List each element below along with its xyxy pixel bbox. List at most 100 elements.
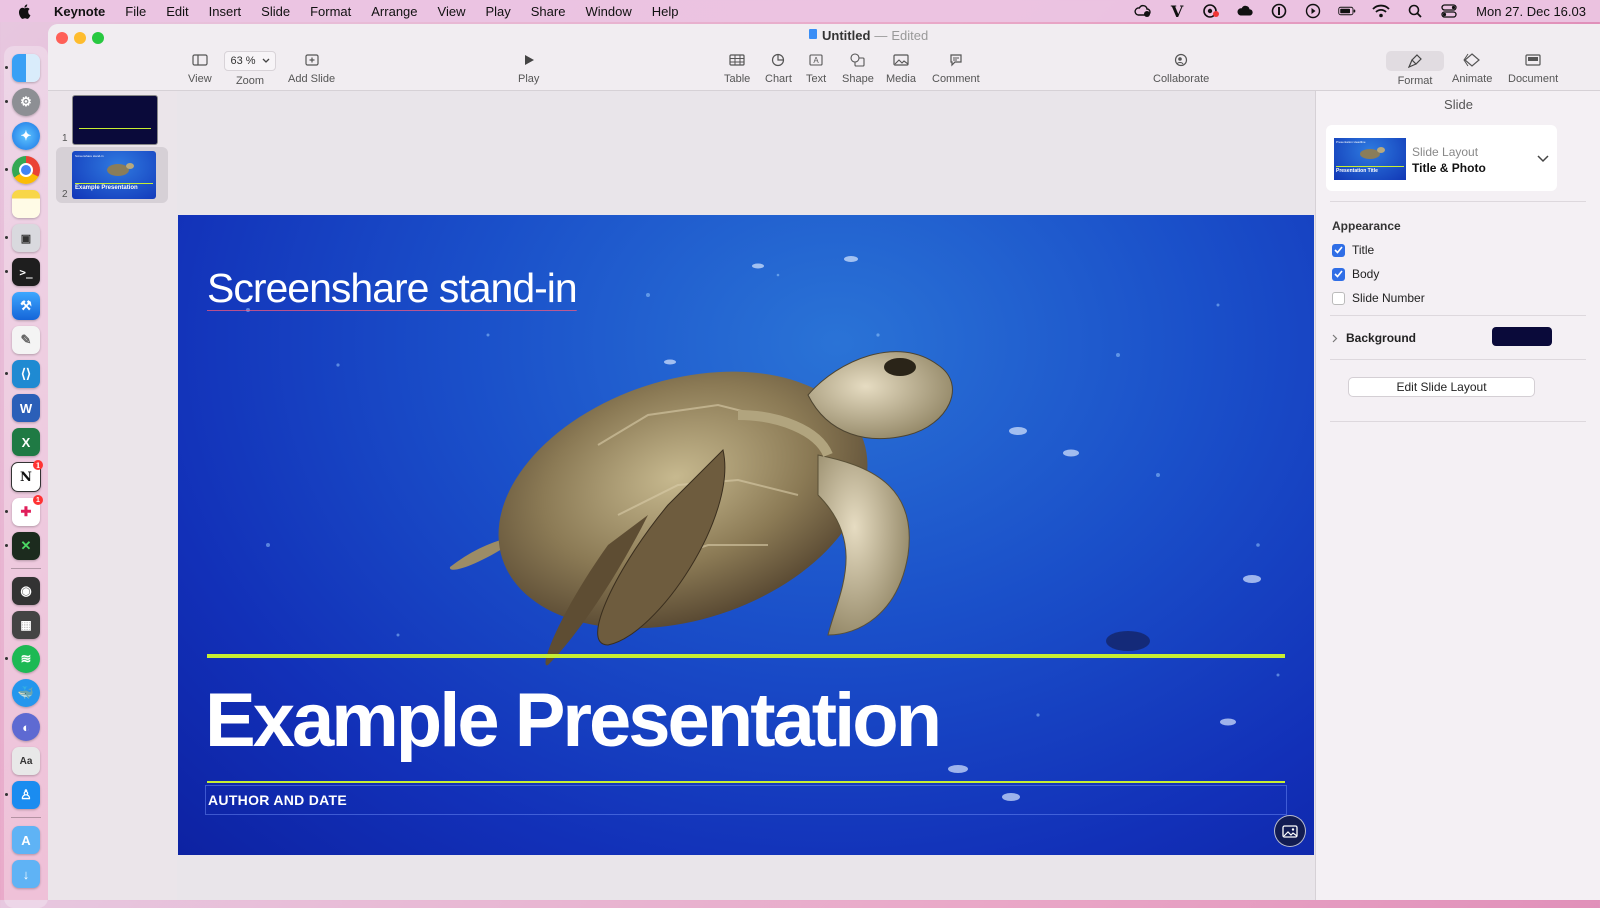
remote-desktop-icon[interactable]: ▣ [5,224,40,252]
background-color-well[interactable] [1492,327,1552,346]
wifi-icon[interactable] [1372,4,1390,18]
divider [1330,201,1586,202]
menu-slide[interactable]: Slide [261,4,290,19]
photo-booth-icon[interactable]: ◉ [12,577,40,605]
slide[interactable]: Screenshare stand-in Example Presentatio… [178,215,1314,855]
text-button[interactable]: A Text [806,51,826,85]
document-name[interactable]: Untitled [822,28,870,43]
dock-separator [11,568,41,569]
menu-share[interactable]: Share [531,4,566,19]
slide-layout-value: Title & Photo [1412,161,1486,175]
edit-slide-layout-button[interactable]: Edit Slide Layout [1348,377,1535,397]
play-button[interactable]: Play [518,51,539,85]
slide-number-checkbox[interactable] [1332,291,1345,305]
slide-number-checkbox-row[interactable]: Slide Number [1332,291,1425,305]
collaborate-button[interactable]: Collaborate [1153,51,1209,85]
table-label: Table [724,73,751,85]
apple-menu-icon[interactable] [18,3,34,19]
chart-button[interactable]: Chart [765,51,792,85]
chart-label: Chart [765,73,792,85]
shape-button[interactable]: Shape [842,51,874,85]
slack-icon[interactable]: ✚ 1 [5,495,43,526]
slide-title[interactable]: Example Presentation [205,683,942,759]
figma-alt-icon[interactable]: ✕ [5,532,40,560]
xcode-icon[interactable]: ⚒ [12,292,40,320]
cloud-sync-icon[interactable] [1134,4,1152,18]
menu-window[interactable]: Window [585,4,631,19]
zoom-window-button[interactable] [92,32,104,44]
shape-label: Shape [842,73,874,85]
finder-icon[interactable] [5,54,40,82]
chrome-ext-icon[interactable] [1202,4,1220,18]
text-box-icon: A [809,51,823,69]
body-checkbox-row[interactable]: Body [1332,267,1379,281]
accent-rule-bottom [207,781,1285,783]
media-button[interactable]: Media [886,51,916,85]
calculator-icon[interactable]: ▦ [12,611,40,639]
excel-icon[interactable]: X [12,428,40,456]
menu-view[interactable]: View [438,4,466,19]
search-icon[interactable] [1406,4,1424,18]
menu-help[interactable]: Help [652,4,679,19]
body-checkbox[interactable] [1332,267,1345,281]
menu-file[interactable]: File [125,4,146,19]
onepassword-icon[interactable] [1270,3,1288,19]
author-text-box[interactable]: AUTHOR AND DATE [205,785,1287,815]
textedit-icon[interactable]: ✎ [12,326,40,354]
chevron-down-icon[interactable] [1537,151,1549,166]
system-preferences-icon[interactable]: ⚙ [5,88,40,116]
add-slide-label: Add Slide [288,73,336,85]
menu-play[interactable]: Play [485,4,510,19]
linear-icon[interactable]: ◐ [12,713,40,741]
menubar-clock[interactable]: Mon 27. Dec 16.03 [1476,4,1586,19]
downloads-folder-icon[interactable]: ↓ [12,860,40,888]
minimize-window-button[interactable] [74,32,86,44]
menu-arrange[interactable]: Arrange [371,4,417,19]
menu-app-keynote[interactable]: Keynote [54,4,105,19]
zoom-value-box[interactable]: 63 % [224,51,276,71]
control-center-icon[interactable] [1440,4,1458,18]
terminal-icon[interactable]: >_ [5,258,40,286]
slide-number: 2 [62,189,68,200]
chrome-icon[interactable] [5,156,40,184]
toolbar: Untitled — Edited View 63 % Zoom Add Sli… [48,24,1600,91]
docker-icon[interactable]: 🐳 [12,679,40,707]
play-circle-icon[interactable] [1304,3,1322,19]
title-checkbox[interactable] [1332,243,1345,257]
notes-icon[interactable] [12,190,40,218]
comment-icon [949,51,963,69]
keynote-window: Untitled — Edited View 63 % Zoom Add Sli… [48,24,1600,900]
close-window-button[interactable] [56,32,68,44]
menu-edit[interactable]: Edit [166,4,188,19]
slide-navigator: 1 2 Screenshare stand-in Example Present… [48,91,177,900]
zoom-select[interactable]: 63 % Zoom [224,51,276,87]
menu-format[interactable]: Format [310,4,351,19]
menu-insert[interactable]: Insert [209,4,242,19]
spotify-icon[interactable]: ≋ [5,645,40,673]
slide-subtitle[interactable]: Screenshare stand-in [207,265,578,312]
keynote-icon[interactable]: ♙ [5,781,40,809]
slide-layout-selector[interactable]: Presentation Headline Presentation Title… [1326,125,1557,191]
table-button[interactable]: Table [724,51,750,85]
font-book-icon[interactable]: Aa [12,747,40,775]
document-button[interactable]: Document [1508,51,1558,85]
inspector-header: Slide [1444,97,1473,112]
image-icon [1282,824,1298,838]
background-disclosure[interactable]: Background [1332,331,1416,345]
animate-button[interactable]: Animate [1452,51,1492,85]
play-label: Play [518,73,540,85]
vivaldi-icon[interactable]: V [1168,2,1186,21]
replace-image-button[interactable] [1274,815,1306,847]
word-icon[interactable]: W [12,394,40,422]
applications-folder-icon[interactable]: A [12,826,40,854]
icloud-icon[interactable] [1236,4,1254,18]
safari-icon[interactable]: ✦ [12,122,40,150]
view-button[interactable]: View [188,51,212,85]
format-button[interactable]: Format [1386,51,1444,87]
title-checkbox-row[interactable]: Title [1332,243,1374,257]
table-icon [729,51,745,69]
vscode-icon[interactable]: ⟨⟩ [5,360,40,388]
notion-icon[interactable]: N1 [11,460,43,492]
comment-button[interactable]: Comment [932,51,980,85]
add-slide-button[interactable]: Add Slide [288,51,335,85]
